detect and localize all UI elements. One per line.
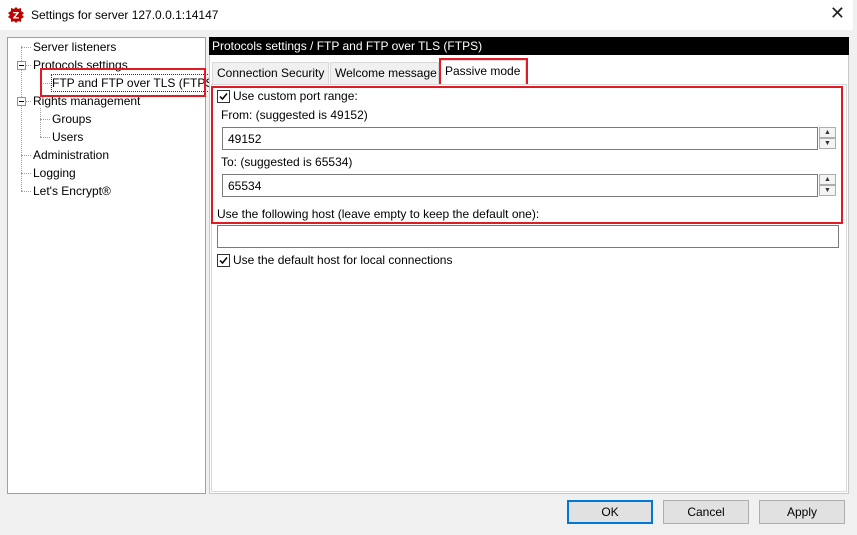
tree-line	[40, 119, 50, 120]
settings-tree[interactable]: Server listeners Protocols settings FTP …	[7, 37, 219, 494]
spin-up-icon[interactable]: ▲	[819, 127, 836, 138]
tree-line	[40, 137, 50, 138]
use-custom-range-label: Use custom port range:	[233, 89, 358, 103]
host-input[interactable]	[217, 225, 839, 248]
tree-item-groups[interactable]: Groups	[52, 111, 91, 127]
collapse-toggle-icon[interactable]	[17, 97, 26, 106]
window-edge	[853, 0, 857, 535]
to-label: To: (suggested is 65534)	[221, 155, 353, 169]
tree-line	[21, 47, 31, 48]
use-custom-range-checkbox[interactable]	[217, 90, 230, 103]
spin-down-icon[interactable]: ▼	[819, 138, 836, 149]
tree-line	[40, 72, 41, 83]
tree-line	[21, 173, 31, 174]
tab-connection-security[interactable]: Connection Security	[212, 62, 329, 84]
apply-button[interactable]: Apply	[759, 500, 845, 524]
tab-passive-mode[interactable]: Passive mode	[440, 60, 526, 85]
from-port-input[interactable]	[222, 127, 818, 150]
to-port-spinner[interactable]: ▲ ▼	[819, 174, 836, 197]
tree-item-rights-management[interactable]: Rights management	[33, 93, 140, 109]
window-title: Settings for server 127.0.0.1:14147	[31, 8, 219, 22]
tree-item-ftp-ftps[interactable]: FTP and FTP over TLS (FTPS)	[50, 74, 219, 92]
tree-item-logging[interactable]: Logging	[33, 165, 76, 181]
default-host-local-label: Use the default host for local connectio…	[233, 253, 453, 267]
filezilla-icon: Z	[8, 7, 24, 23]
from-port-spinner[interactable]: ▲ ▼	[819, 127, 836, 150]
svg-text:Z: Z	[13, 12, 20, 22]
host-label: Use the following host (leave empty to k…	[217, 207, 540, 221]
tree-line	[26, 101, 31, 102]
spin-down-icon[interactable]: ▼	[819, 185, 836, 196]
close-icon[interactable]: ✕	[830, 4, 845, 22]
tree-item-users[interactable]: Users	[52, 129, 83, 145]
ok-button[interactable]: OK	[567, 500, 653, 524]
panel-header: Protocols settings / FTP and FTP over TL…	[209, 37, 849, 55]
tree-line	[40, 83, 50, 84]
spin-up-icon[interactable]: ▲	[819, 174, 836, 185]
tree-item-protocols-settings[interactable]: Protocols settings	[33, 57, 128, 73]
tree-line	[40, 108, 41, 137]
default-host-local-checkbox[interactable]	[217, 254, 230, 267]
tree-line	[21, 191, 31, 192]
tree-line	[21, 155, 31, 156]
tree-item-administration[interactable]: Administration	[33, 147, 109, 163]
collapse-toggle-icon[interactable]	[17, 61, 26, 70]
tree-item-server-listeners[interactable]: Server listeners	[33, 39, 116, 55]
from-label: From: (suggested is 49152)	[221, 108, 368, 122]
cancel-button[interactable]: Cancel	[663, 500, 749, 524]
title-bar: Z Settings for server 127.0.0.1:14147 ✕	[0, 0, 857, 30]
tree-line	[26, 65, 31, 66]
tree-item-lets-encrypt[interactable]: Let's Encrypt®	[33, 183, 111, 199]
tab-welcome-message[interactable]: Welcome message	[330, 62, 439, 84]
to-port-input[interactable]	[222, 174, 818, 197]
